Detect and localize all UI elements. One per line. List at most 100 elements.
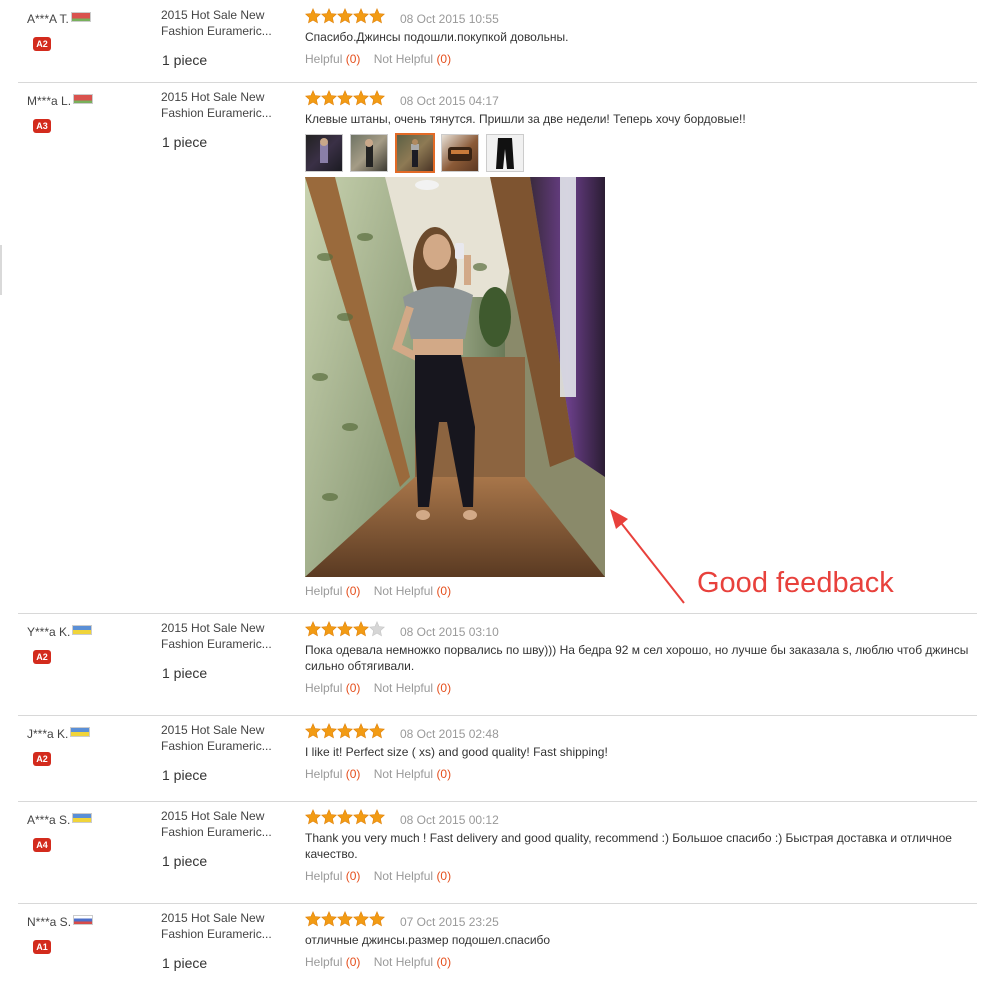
product-name-link[interactable]: 2015 Hot Sale New Fashion Eurameric...: [161, 7, 281, 39]
not-helpful-link[interactable]: Not Helpful (0): [374, 584, 451, 598]
annotation-good-feedback: Good feedback: [697, 567, 894, 599]
not-helpful-link[interactable]: Not Helpful (0): [374, 869, 451, 883]
star-filled-icon: [305, 809, 321, 825]
helpful-votes: Helpful (0) Not Helpful (0): [305, 955, 975, 969]
star-filled-icon: [337, 90, 353, 106]
buyer-level-badge: A2: [33, 650, 51, 664]
star-filled-icon: [369, 8, 385, 24]
review-content: 08 Oct 2015 00:12 Thank you very much ! …: [305, 809, 975, 883]
review-date: 08 Oct 2015 02:48: [400, 727, 499, 741]
star-filled-icon: [337, 809, 353, 825]
helpful-link[interactable]: Helpful (0): [305, 681, 360, 695]
not-helpful-link[interactable]: Not Helpful (0): [374, 681, 451, 695]
star-filled-icon: [321, 90, 337, 106]
reviewer-name: J***a K.: [27, 727, 69, 741]
reviewer: M***a L.: [27, 94, 94, 108]
review-text: I like it! Perfect size ( xs) and good q…: [305, 745, 608, 759]
review-date: 08 Oct 2015 00:12: [400, 813, 499, 827]
product-name-link[interactable]: 2015 Hot Sale New Fashion Eurameric...: [161, 89, 281, 121]
star-filled-icon: [321, 723, 337, 739]
star-filled-icon: [337, 621, 353, 637]
star-filled-icon: [337, 723, 353, 739]
buyer-level-badge: A4: [33, 838, 51, 852]
reviewer-name: Y***a K.: [27, 625, 71, 639]
helpful-votes: Helpful (0) Not Helpful (0): [305, 52, 975, 66]
review-date: 08 Oct 2015 03:10: [400, 625, 499, 639]
photo-thumbnail-selected[interactable]: [395, 133, 435, 173]
product-name-link[interactable]: 2015 Hot Sale New Fashion Eurameric...: [161, 620, 281, 652]
reviewer-name: M***a L.: [27, 94, 72, 108]
star-filled-icon: [321, 911, 337, 927]
review-item: N***a S. A1 2015 Hot Sale New Fashion Eu…: [18, 903, 977, 985]
reviewer: Y***a K.: [27, 625, 93, 639]
ukraine-flag-icon: [72, 625, 93, 635]
quantity: 1 piece: [162, 955, 208, 971]
reviewer: J***a K.: [27, 727, 91, 741]
helpful-link[interactable]: Helpful (0): [305, 767, 360, 781]
review-text: Спасибо.Джинсы подошли.покупкой довольны…: [305, 30, 569, 44]
not-helpful-link[interactable]: Not Helpful (0): [374, 767, 451, 781]
reviewer-name: A***A T.: [27, 12, 69, 26]
product-name-link[interactable]: 2015 Hot Sale New Fashion Eurameric...: [161, 808, 281, 840]
photo-thumbnail[interactable]: [350, 134, 388, 172]
belarus-flag-icon: [73, 94, 94, 104]
quantity: 1 piece: [162, 134, 208, 150]
review-text: отличные джинсы.размер подошел.спасибо: [305, 933, 551, 947]
helpful-link[interactable]: Helpful (0): [305, 869, 360, 883]
star-filled-icon: [353, 621, 369, 637]
russia-flag-icon: [73, 915, 94, 925]
review-date: 08 Oct 2015 04:17: [400, 94, 499, 108]
quantity: 1 piece: [162, 853, 208, 869]
product-name-link[interactable]: 2015 Hot Sale New Fashion Eurameric...: [161, 910, 281, 942]
star-filled-icon: [321, 8, 337, 24]
reviewer: A***A T.: [27, 12, 91, 26]
review-text: Пока одевала немножко порвались по шву))…: [305, 643, 969, 673]
product-name-link[interactable]: 2015 Hot Sale New Fashion Eurameric...: [161, 722, 281, 754]
photo-thumbnail[interactable]: [305, 134, 343, 172]
not-helpful-link[interactable]: Not Helpful (0): [374, 955, 451, 969]
review-item: Y***a K. A2 2015 Hot Sale New Fashion Eu…: [18, 613, 977, 716]
review-item: J***a K. A2 2015 Hot Sale New Fashion Eu…: [18, 715, 977, 802]
star-filled-icon: [369, 723, 385, 739]
belarus-flag-icon: [70, 12, 91, 22]
ukraine-flag-icon: [70, 727, 91, 737]
review-item: A***a S. A4 2015 Hot Sale New Fashion Eu…: [18, 801, 977, 904]
helpful-votes: Helpful (0) Not Helpful (0): [305, 767, 975, 781]
star-filled-icon: [353, 911, 369, 927]
reviewer: A***a S.: [27, 813, 93, 827]
buyer-level-badge: A1: [33, 940, 51, 954]
reviewer-name: N***a S.: [27, 915, 72, 929]
helpful-link[interactable]: Helpful (0): [305, 584, 360, 598]
not-helpful-link[interactable]: Not Helpful (0): [374, 52, 451, 66]
review-text: Клевые штаны, очень тянутся. Пришли за д…: [305, 112, 746, 126]
star-filled-icon: [337, 911, 353, 927]
star-filled-icon: [305, 621, 321, 637]
buyer-level-badge: A3: [33, 119, 51, 133]
quantity: 1 piece: [162, 665, 208, 681]
review-content: 07 Oct 2015 23:25 отличные джинсы.размер…: [305, 911, 975, 969]
review-item: A***A T. A2 2015 Hot Sale New Fashion Eu…: [18, 0, 977, 83]
photo-thumbnail[interactable]: [441, 134, 479, 172]
review-item: M***a L. A3 2015 Hot Sale New Fashion Eu…: [18, 82, 977, 614]
star-filled-icon: [337, 8, 353, 24]
reviewer-name: A***a S.: [27, 813, 71, 827]
helpful-votes: Helpful (0) Not Helpful (0): [305, 869, 975, 883]
annotation-arrow-icon: [610, 509, 685, 604]
photo-thumbnail[interactable]: [486, 134, 524, 172]
ukraine-flag-icon: [72, 813, 93, 823]
buyer-level-badge: A2: [33, 752, 51, 766]
star-filled-icon: [305, 8, 321, 24]
helpful-link[interactable]: Helpful (0): [305, 52, 360, 66]
star-filled-icon: [305, 723, 321, 739]
helpful-link[interactable]: Helpful (0): [305, 955, 360, 969]
star-filled-icon: [369, 90, 385, 106]
star-filled-icon: [305, 911, 321, 927]
star-filled-icon: [369, 911, 385, 927]
quantity: 1 piece: [162, 767, 208, 783]
review-photo-large[interactable]: [305, 177, 605, 577]
review-date: 08 Oct 2015 10:55: [400, 12, 499, 26]
buyer-level-badge: A2: [33, 37, 51, 51]
star-empty-icon: [369, 621, 385, 637]
star-filled-icon: [369, 809, 385, 825]
review-content: 08 Oct 2015 03:10 Пока одевала немножко …: [305, 621, 975, 695]
